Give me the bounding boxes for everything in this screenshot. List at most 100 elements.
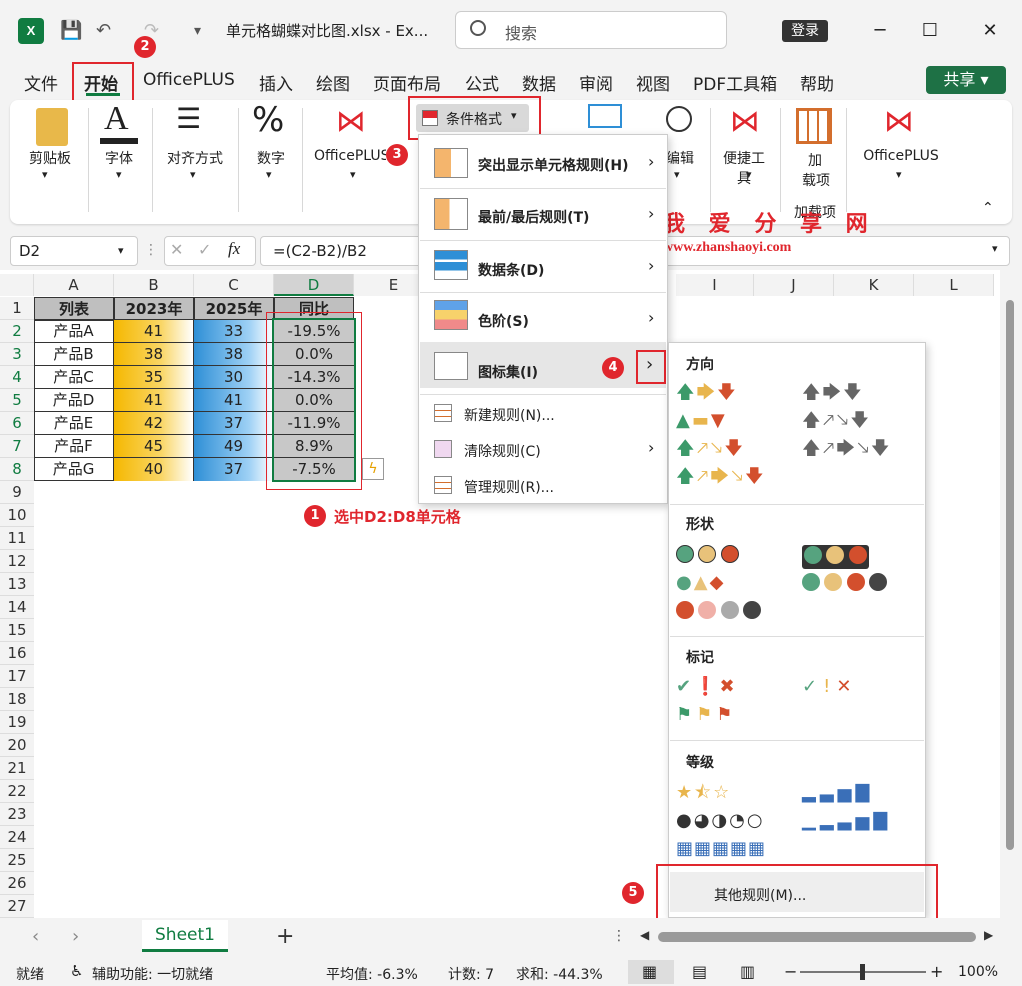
row-header[interactable]: 11: [0, 527, 34, 550]
menu-clear-rules[interactable]: 清除规则(C): [464, 441, 541, 461]
row-header[interactable]: 4: [0, 366, 34, 389]
signs-3-icon[interactable]: ●▲◆: [676, 572, 725, 594]
table-cell[interactable]: 40: [114, 458, 194, 481]
header-cell[interactable]: 2023年: [114, 297, 194, 320]
row-header[interactable]: 1: [0, 297, 34, 320]
tab-insert[interactable]: 插入: [259, 70, 293, 95]
flags-3-icon[interactable]: ⚑⚑⚑: [676, 704, 736, 726]
quarters-5-icon[interactable]: ●◕◑◔○: [676, 810, 765, 832]
red-to-black-icon[interactable]: [676, 601, 762, 623]
prev-sheet-icon[interactable]: ‹: [32, 926, 39, 947]
undo-icon[interactable]: ↶: [96, 18, 111, 44]
tab-formulas[interactable]: 公式: [465, 70, 499, 95]
signal-bars-4-icon[interactable]: ▂▃▅▇: [802, 782, 873, 804]
tab-data[interactable]: 数据: [522, 70, 556, 95]
row-header[interactable]: 12: [0, 550, 34, 573]
stars-3-icon[interactable]: ★⯪☆: [676, 782, 731, 804]
menu-data-bars[interactable]: 数据条(D): [478, 260, 544, 280]
table-cell[interactable]: 产品C: [34, 366, 114, 389]
boxes-5-icon[interactable]: ▦▦▦▦▦: [676, 838, 766, 860]
menu-new-rule[interactable]: 新建规则(N)...: [464, 405, 555, 425]
header-cell[interactable]: 列表: [34, 297, 114, 320]
tab-officeplus[interactable]: OfficePLUS: [143, 70, 235, 90]
menu-color-scales[interactable]: 色阶(S): [478, 311, 529, 331]
traffic-lights-rimmed-icon[interactable]: [802, 545, 869, 569]
table-cell[interactable]: 41: [114, 320, 194, 343]
quick-analysis-icon[interactable]: ϟ: [362, 458, 384, 480]
row-header[interactable]: 8: [0, 458, 34, 481]
row-header[interactable]: 16: [0, 642, 34, 665]
symbols-circled-icon[interactable]: ✔❗✖: [676, 676, 738, 698]
vertical-scroll-thumb[interactable]: [1006, 300, 1014, 850]
table-cell[interactable]: 49: [194, 435, 274, 458]
addin-line2[interactable]: 载项: [796, 170, 836, 190]
table-cell[interactable]: 产品G: [34, 458, 114, 481]
sheet-tab-sheet1[interactable]: Sheet1: [142, 920, 228, 952]
row-header[interactable]: 9: [0, 481, 34, 504]
row-header[interactable]: 3: [0, 343, 34, 366]
select-all-corner[interactable]: [0, 274, 34, 296]
login-button[interactable]: 登录: [782, 20, 828, 42]
clipboard-button[interactable]: 剪贴板: [20, 148, 80, 168]
row-header[interactable]: 2: [0, 320, 34, 343]
tab-view[interactable]: 视图: [636, 70, 670, 95]
horizontal-scroll-thumb[interactable]: [658, 932, 976, 942]
name-box-chevron-icon[interactable]: ▾: [118, 244, 124, 257]
next-sheet-icon[interactable]: ›: [72, 926, 79, 947]
zoom-slider-thumb[interactable]: [860, 964, 865, 980]
arrows-4-gray-icon[interactable]: 🡅🡕🡖🡇: [802, 410, 871, 432]
menu-highlight-rules[interactable]: 突出显示单元格规则(H): [478, 155, 629, 175]
tab-file[interactable]: 文件: [24, 70, 58, 95]
addin-line1[interactable]: 加: [800, 150, 830, 170]
table-cell[interactable]: 35: [114, 366, 194, 389]
table-cell[interactable]: 33: [194, 320, 274, 343]
row-header[interactable]: 20: [0, 734, 34, 757]
table-cell[interactable]: 37: [194, 412, 274, 435]
row-header[interactable]: 13: [0, 573, 34, 596]
row-header[interactable]: 14: [0, 596, 34, 619]
signal-bars-5-icon[interactable]: ▁▂▃▅▇: [802, 810, 891, 832]
row-header[interactable]: 18: [0, 688, 34, 711]
table-cell[interactable]: 37: [194, 458, 274, 481]
table-cell[interactable]: 41: [114, 389, 194, 412]
tab-pdf-toolbox[interactable]: PDF工具箱: [693, 70, 777, 95]
row-header[interactable]: 26: [0, 872, 34, 895]
arrows-4-colored-icon[interactable]: 🡅🡕🡖🡇: [676, 438, 745, 460]
tab-page-layout[interactable]: 页面布局: [373, 70, 441, 95]
tools-button[interactable]: 便捷工具: [720, 148, 768, 188]
row-header[interactable]: 6: [0, 412, 34, 435]
cancel-icon[interactable]: ✕: [170, 240, 183, 259]
zoom-in-icon[interactable]: +: [930, 962, 943, 981]
col-header-b[interactable]: B: [114, 274, 194, 296]
col-header-d[interactable]: D: [274, 274, 354, 296]
row-header[interactable]: 10: [0, 504, 34, 527]
zoom-out-icon[interactable]: −: [784, 962, 797, 981]
zoom-level[interactable]: 100%: [958, 964, 998, 980]
symbols-uncircled-icon[interactable]: ✓!✕: [802, 676, 857, 698]
enter-icon[interactable]: ✓: [198, 240, 211, 259]
col-header-j[interactable]: J: [754, 274, 834, 296]
row-header[interactable]: 21: [0, 757, 34, 780]
page-layout-view-icon[interactable]: ▤: [692, 962, 707, 981]
col-header-k[interactable]: K: [834, 274, 914, 296]
table-cell[interactable]: 45: [114, 435, 194, 458]
fx-icon[interactable]: fx: [228, 239, 240, 259]
menu-top-bottom-rules[interactable]: 最前/最后规则(T): [478, 207, 589, 227]
status-count[interactable]: 计数: 7: [448, 964, 494, 984]
menu-icon-sets[interactable]: 图标集(I): [478, 362, 538, 382]
collapse-ribbon-icon[interactable]: ⌃: [982, 200, 994, 216]
scroll-right-icon[interactable]: ▶: [984, 928, 993, 942]
row-header[interactable]: 17: [0, 665, 34, 688]
alignment-button[interactable]: 对齐方式: [158, 148, 232, 168]
header-cell[interactable]: 2025年: [194, 297, 274, 320]
col-header-c[interactable]: C: [194, 274, 274, 296]
table-cell[interactable]: 42: [114, 412, 194, 435]
customize-qat-icon[interactable]: ▾: [194, 18, 201, 44]
col-header-i[interactable]: I: [676, 274, 754, 296]
share-button[interactable]: 共享 ▾: [926, 66, 1006, 94]
menu-manage-rules[interactable]: 管理规则(R)...: [464, 477, 554, 497]
triangles-3-icon[interactable]: ▲▬▼: [676, 410, 727, 432]
row-header[interactable]: 19: [0, 711, 34, 734]
table-cell[interactable]: 38: [194, 343, 274, 366]
traffic-lights-3-icon[interactable]: [676, 545, 739, 567]
